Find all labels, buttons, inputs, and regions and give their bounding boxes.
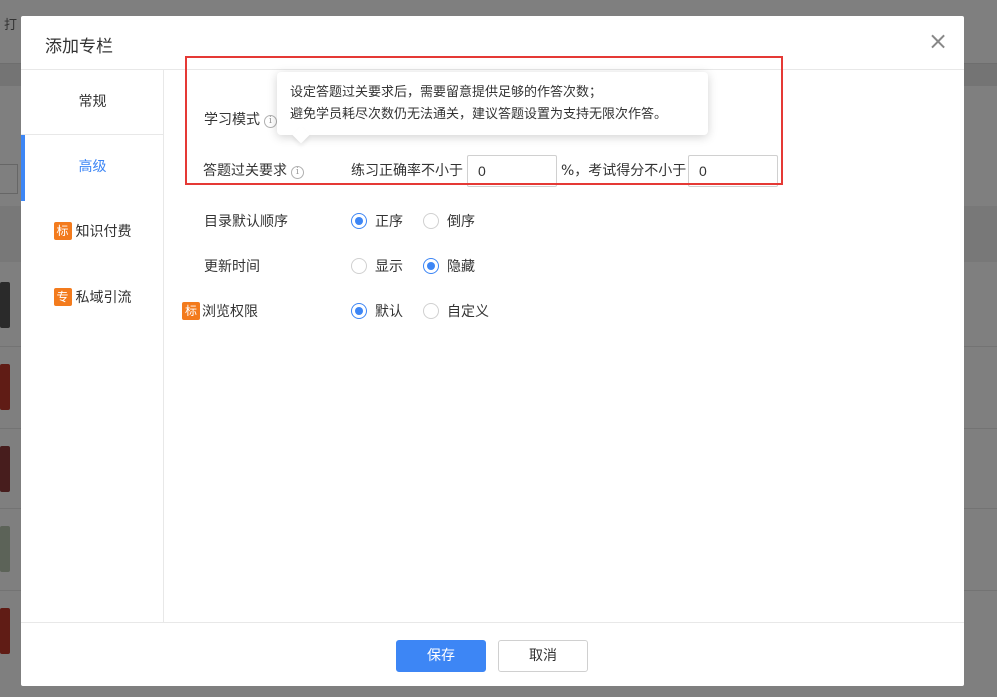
info-icon[interactable]: i	[291, 166, 304, 179]
exam-score-input[interactable]	[688, 155, 778, 187]
nav-item-label: 知识付费	[75, 224, 132, 240]
radio-circle	[423, 213, 439, 229]
dialog-title: 添加专栏	[45, 37, 113, 57]
nav-item-label: 高级	[78, 159, 107, 175]
catalog-order-row: 目录默认顺序 正序 倒序	[164, 206, 944, 238]
radio-custom[interactable]: 自定义	[423, 296, 489, 328]
nav-item-general[interactable]: 常规	[21, 70, 164, 134]
radio-circle	[423, 303, 439, 319]
update-time-row: 更新时间 显示 隐藏	[164, 251, 944, 283]
practice-accuracy-input[interactable]	[467, 155, 557, 187]
nav-item-paid-knowledge[interactable]: 标知识付费	[21, 200, 164, 264]
browse-permission-label-wrap: 标浏览权限	[182, 296, 258, 328]
radio-show[interactable]: 显示	[351, 251, 403, 283]
radio-hide[interactable]: 隐藏	[423, 251, 475, 283]
cancel-button[interactable]: 取消	[498, 640, 588, 672]
nav-item-private-traffic[interactable]: 专私域引流	[21, 266, 164, 330]
study-mode-label: 学习模式	[204, 112, 260, 128]
pro-badge: 专	[53, 288, 72, 306]
radio-descending[interactable]: 倒序	[423, 206, 475, 238]
standard-badge: 标	[182, 302, 200, 320]
radio-label: 自定义	[447, 304, 489, 320]
advanced-settings-form: 学习模式 i 答题过关要求 i 练习正确率不小于 %，考试得分不小于 目录默认顺序 …	[164, 70, 964, 622]
study-mode-label-wrap: 学习模式 i	[204, 104, 277, 136]
browse-permission-label: 浏览权限	[202, 304, 258, 320]
radio-circle	[351, 258, 367, 274]
pass-requirement-label-wrap: 答题过关要求 i	[203, 155, 304, 187]
radio-circle	[351, 303, 367, 319]
pass-requirement-tooltip: 设定答题过关要求后，需要留意提供足够的作答次数； 避免学员耗尽次数仍无法通关，建…	[277, 72, 708, 144]
radio-circle	[351, 213, 367, 229]
dialog-header: 添加专栏 ×	[21, 16, 964, 70]
nav-item-label: 常规	[78, 94, 107, 110]
info-icon[interactable]: i	[264, 115, 277, 128]
dialog-footer: 保存 取消	[21, 622, 964, 686]
pass-requirement-row: 答题过关要求 i 练习正确率不小于 %，考试得分不小于	[164, 155, 944, 187]
close-icon[interactable]: ×	[928, 29, 948, 54]
save-button[interactable]: 保存	[396, 640, 486, 672]
tooltip-line-1: 设定答题过关要求后，需要留意提供足够的作答次数；	[290, 85, 603, 100]
update-time-label: 更新时间	[204, 259, 260, 275]
radio-label: 正序	[375, 214, 403, 230]
radio-ascending[interactable]: 正序	[351, 206, 403, 238]
exam-score-text: %，考试得分不小于	[561, 163, 687, 179]
radio-default[interactable]: 默认	[351, 296, 403, 328]
settings-side-nav: 常规 高级 标知识付费 专私域引流	[21, 70, 164, 622]
nav-item-label: 私域引流	[75, 290, 132, 306]
radio-label: 默认	[375, 304, 403, 320]
catalog-order-label: 目录默认顺序	[204, 214, 288, 230]
radio-label: 隐藏	[447, 259, 475, 275]
nav-item-advanced[interactable]: 高级	[21, 135, 164, 201]
pass-requirement-label: 答题过关要求	[203, 163, 287, 179]
radio-circle	[423, 258, 439, 274]
radio-label: 倒序	[447, 214, 475, 230]
practice-accuracy-text: 练习正确率不小于	[351, 163, 463, 179]
radio-label: 显示	[375, 259, 403, 275]
standard-badge: 标	[53, 222, 72, 240]
tooltip-line-2: 避免学员耗尽次数仍无法通关，建议答题设置为支持无限次作答。	[290, 107, 668, 122]
browse-permission-row: 标浏览权限 默认 自定义	[164, 296, 944, 328]
